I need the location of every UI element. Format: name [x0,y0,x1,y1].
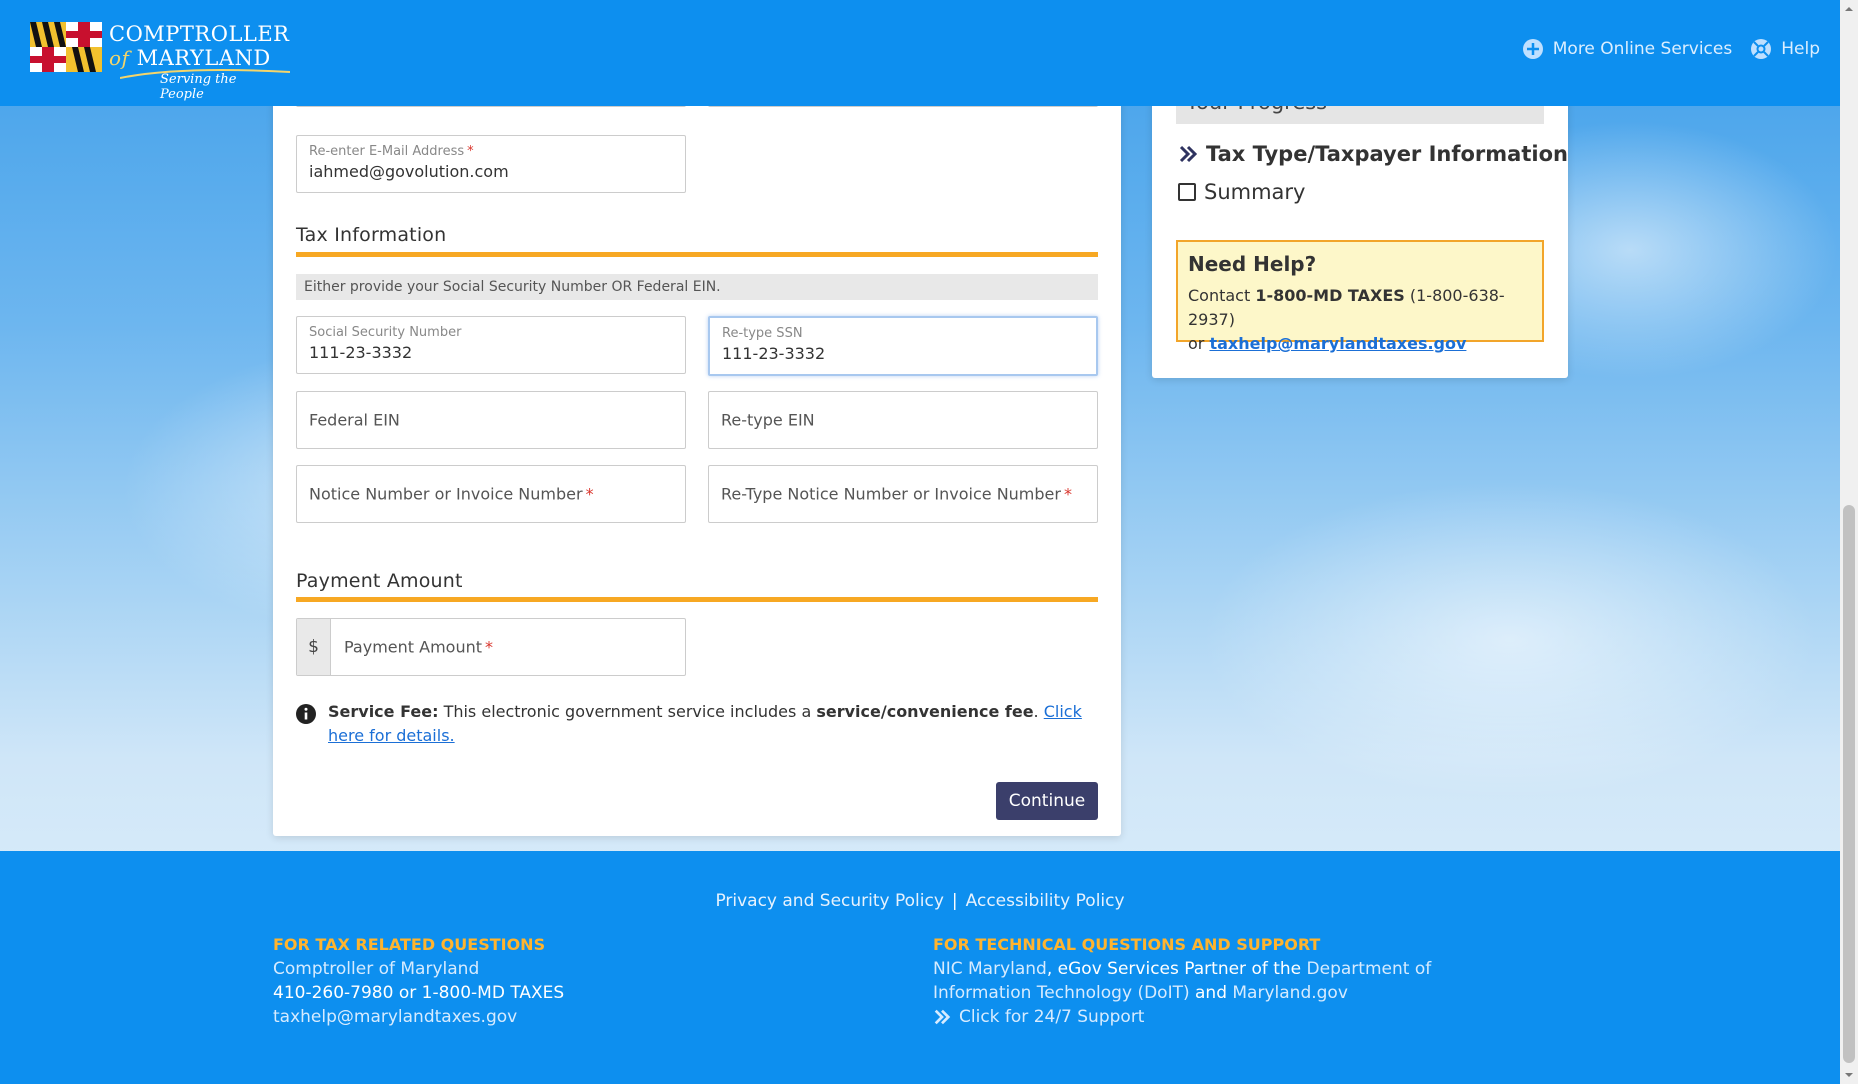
step-summary-label: Summary [1204,180,1306,204]
logo-tagline: Serving the People [160,72,237,102]
progress-card: Your Progress Tax Type/Taxpayer Informat… [1152,60,1568,378]
tax-questions-heading: FOR TAX RELATED QUESTIONS [273,935,546,954]
more-online-services-label: More Online Services [1552,39,1733,59]
technical-support-text: NIC Maryland, eGov Services Partner of t… [933,957,1513,1005]
privacy-policy-link[interactable]: Privacy and Security Policy [715,891,943,911]
notice-number-placeholder: Notice Number or Invoice Number * [309,485,594,504]
logo-title-line1: COMPTROLLER [109,22,290,46]
checkbox-icon [1178,183,1196,201]
retype-notice-number-placeholder: Re-Type Notice Number or Invoice Number * [721,485,1072,504]
help-link[interactable]: Help [1750,38,1820,60]
service-fee-text: Service Fee: This electronic government … [328,700,1108,748]
help-contact-prefix: Contact [1188,286,1251,305]
scrollbar[interactable] [1840,0,1858,1084]
dollar-prefix: $ [297,619,331,675]
site-header: COMPTROLLER of MARYLAND Serving the Peop… [0,0,1840,106]
help-contact-line: Contact 1-800-MD TAXES (1-800-638-2937) [1188,284,1532,332]
step-tax-type-label: Tax Type/Taxpayer Information [1206,142,1568,166]
retype-ein-placeholder: Re-type EIN [721,410,815,430]
reenter-email-label-text: Re-enter E-Mail Address [309,144,465,159]
retype-ein-field[interactable]: Re-type EIN [708,391,1098,449]
scroll-down-arrow-icon[interactable] [1844,1070,1854,1080]
maryland-flag-icon [30,22,102,72]
section-divider [296,252,1098,257]
info-icon [296,704,316,724]
step-tax-type: Tax Type/Taxpayer Information [1178,142,1568,166]
help-email-link[interactable]: taxhelp@marylandtaxes.gov [1209,334,1466,353]
technical-support-heading: FOR TECHNICAL QUESTIONS AND SUPPORT [933,935,1321,954]
retype-notice-number-placeholder-text: Re-Type Notice Number or Invoice Number [721,484,1061,504]
comptroller-logo[interactable]: COMPTROLLER of MARYLAND Serving the Peop… [30,22,290,102]
payment-amount-placeholder-text: Payment Amount [344,637,483,657]
tax-note: Either provide your Social Security Numb… [296,274,1098,300]
and-text: and [1189,983,1233,1003]
header-nav: More Online Services Help [1522,38,1820,60]
required-marker: * [467,144,474,159]
ssn-retype-label: Re-type SSN [722,326,803,341]
maryland-gov-link[interactable]: Maryland.gov [1232,983,1348,1003]
logo-maryland: MARYLAND [136,46,271,70]
accessibility-policy-link[interactable]: Accessibility Policy [966,891,1125,911]
footer-separator: | [951,891,958,911]
support-link-row[interactable]: Click for 24/7 Support [933,1005,1513,1029]
double-chevron-right-icon [1179,145,1198,163]
ssn-field[interactable]: Social Security Number 111-23-3332 [296,316,686,374]
comptroller-phone: 410-260-7980 or 1-800-MD TAXES [273,983,565,1003]
required-marker: * [1063,484,1072,504]
footer-technical-support: FOR TECHNICAL QUESTIONS AND SUPPORT NIC … [933,933,1513,1029]
retype-notice-number-field[interactable]: Re-Type Notice Number or Invoice Number * [708,465,1098,523]
scroll-up-arrow-icon[interactable] [1844,4,1854,14]
logo-of: of [109,46,130,70]
support-link[interactable]: Click for 24/7 Support [959,1005,1144,1029]
help-phone-bold: 1-800-MD TAXES [1255,286,1405,305]
federal-ein-field[interactable]: Federal EIN [296,391,686,449]
site-footer: Privacy and Security Policy | Accessibilit… [0,851,1840,1084]
payment-amount-field[interactable]: $ Payment Amount * [296,618,686,676]
payment-amount-heading: Payment Amount [296,570,463,592]
help-email-line: or taxhelp@marylandtaxes.gov [1188,332,1532,356]
reenter-email-value: iahmed@govolution.com [309,162,509,181]
notice-number-field[interactable]: Notice Number or Invoice Number * [296,465,686,523]
plus-circle-icon [1522,39,1543,59]
payment-amount-placeholder: Payment Amount * [344,638,493,657]
double-chevron-right-icon [934,1009,951,1025]
need-help-box: Need Help? Contact 1-800-MD TAXES (1-800… [1176,240,1544,353]
payment-form-card: Re-enter E-Mail Address * iahmed@govoluti… [273,50,1121,836]
footer-taxhelp-email-link[interactable]: taxhelp@marylandtaxes.gov [273,1007,517,1027]
ssn-retype-field[interactable]: Re-type SSN 111-23-3332 [708,316,1098,376]
help-label: Help [1781,39,1820,59]
lifebuoy-icon [1751,39,1772,59]
required-marker: * [485,637,494,657]
notice-number-placeholder-text: Notice Number or Invoice Number [309,484,583,504]
ssn-value: 111-23-3332 [309,343,413,362]
federal-ein-placeholder: Federal EIN [309,410,400,430]
continue-button[interactable]: Continue [996,782,1098,820]
footer-policy-links: Privacy and Security Policy | Accessibilit… [0,891,1840,911]
tax-information-heading: Tax Information [296,224,447,246]
scrollbar-thumb[interactable] [1843,505,1855,1063]
more-online-services-link[interactable]: More Online Services [1522,38,1732,60]
step-summary: Summary [1178,180,1305,204]
help-or: or [1188,334,1205,353]
ssn-retype-value: 111-23-3332 [722,344,826,363]
service-fee-description: This electronic government service inclu… [443,702,812,721]
reenter-email-field[interactable]: Re-enter E-Mail Address * iahmed@govoluti… [296,135,686,193]
ssn-label: Social Security Number [309,325,462,340]
logo-title-line2: of MARYLAND [109,46,279,70]
service-fee-label: Service Fee: [328,702,439,721]
comptroller-name: Comptroller of Maryland [273,959,480,979]
egov-partner-text: , eGov Services Partner of the [1046,959,1307,979]
reenter-email-label: Re-enter E-Mail Address * [309,144,474,159]
service-fee-emphasis: service/convenience fee [816,702,1034,721]
section-divider [296,597,1098,602]
background-cloud [1200,480,1820,800]
service-fee-period: . [1033,702,1039,721]
nic-maryland-link[interactable]: NIC Maryland [933,959,1047,979]
required-marker: * [585,484,594,504]
need-help-title: Need Help? [1188,252,1317,276]
footer-tax-questions: FOR TAX RELATED QUESTIONS Comptroller of… [273,933,833,1029]
